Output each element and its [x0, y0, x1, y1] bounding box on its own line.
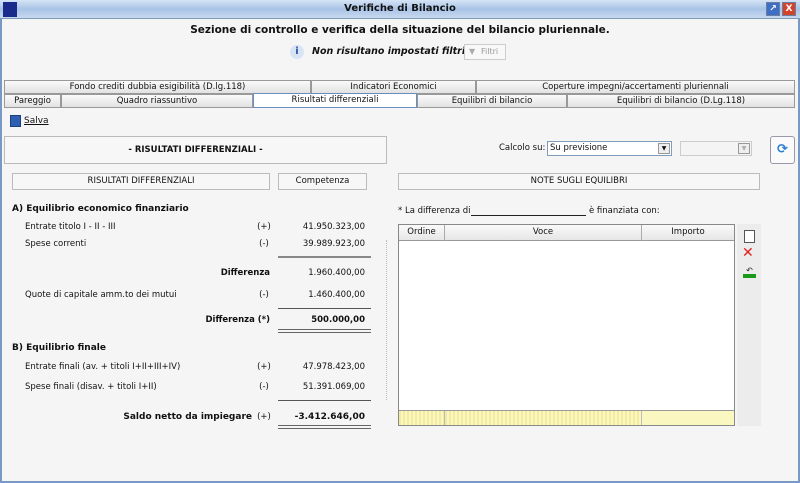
close-icon[interactable]: X [782, 2, 796, 16]
refresh-button[interactable]: ⟳ [770, 136, 795, 164]
row-label: Differenza (*) [205, 315, 271, 325]
tab-coperture[interactable]: Coperture impegni/accertamenti plurienna… [476, 80, 795, 94]
tab-equilibri-bilancio[interactable]: Equilibri di bilancio [417, 94, 567, 108]
save-button[interactable]: Salva [10, 115, 49, 127]
refresh-icon: ⟳ [777, 142, 788, 157]
delete-row-icon[interactable]: ✕ [742, 245, 754, 261]
double-divider [278, 425, 371, 429]
filters-button[interactable]: ▼ Filtri [464, 44, 506, 60]
panel-title: - RISULTATI DIFFERENZIALI - [4, 136, 387, 164]
row-value: 1.960.400,00 [308, 268, 365, 278]
section-title: Sezione di controllo e verifica della si… [190, 24, 610, 36]
calcolo-value: Su previsione [550, 143, 608, 153]
row-label: Spese correnti [25, 239, 87, 249]
row-label: Entrate titolo I - II - III [25, 222, 116, 232]
note-header: NOTE SUGLI EQUILIBRI [398, 173, 760, 190]
note-prefix: * La differenza di [398, 206, 471, 216]
divider [278, 308, 371, 309]
section-a-title: A) Equilibrio economico finanziario [12, 204, 189, 214]
row-label: Quote di capitale amm.to dei mutui [25, 290, 177, 300]
tab-pareggio[interactable]: Pareggio [4, 94, 61, 108]
new-row-icon[interactable] [744, 230, 755, 243]
splitter[interactable] [386, 240, 387, 400]
col-voce[interactable]: Voce [445, 225, 642, 241]
calcolo-label: Calcolo su: [499, 143, 546, 153]
row-value: 500.000,00 [311, 315, 365, 325]
divider [278, 400, 371, 401]
calcolo-select[interactable]: Su previsione ▼ [547, 141, 672, 156]
totals-row [399, 410, 734, 425]
filters-label: Filtri [481, 47, 499, 56]
row-label: Spese finali (disav. + titoli I+II) [25, 382, 157, 392]
undo-icon[interactable]: ↶ [743, 266, 756, 278]
row-value: 39.989.923,00 [302, 239, 365, 249]
col-ordine[interactable]: Ordine [399, 225, 445, 241]
row-label: Entrate finali (av. + titoli I+II+III+IV… [25, 362, 181, 372]
col-header-risultati: RISULTATI DIFFERENZIALI [12, 173, 270, 190]
col-importo[interactable]: Importo [642, 225, 734, 241]
secondary-select[interactable]: ▼ [680, 141, 752, 156]
tab-fondo-crediti[interactable]: Fondo crediti dubbia esigibilità (D.lg.1… [4, 80, 311, 94]
funnel-icon: ▼ [469, 47, 476, 56]
tab-quadro-riassuntivo[interactable]: Quadro riassuntivo [61, 94, 253, 108]
financing-table: Ordine Voce Importo [398, 224, 735, 426]
table-toolbar: ✕ ↶ [737, 224, 761, 426]
row-label: Differenza [220, 268, 270, 278]
save-label: Salva [24, 116, 49, 126]
filter-status: Non risultano impostati filtri [312, 46, 466, 57]
chevron-down-icon: ▼ [658, 143, 670, 154]
col-header-competenza: Competenza [278, 173, 367, 190]
info-icon: i [290, 45, 304, 59]
row-value: 47.978.423,00 [302, 362, 365, 372]
title-bar: Verifiche di Bilancio ↗ X [0, 0, 800, 19]
tab-equilibri-bilancio-dlg118[interactable]: Equilibri di bilancio (D.Lg.118) [567, 94, 795, 108]
floppy-disk-icon [10, 115, 21, 127]
window-title: Verifiche di Bilancio [344, 3, 456, 14]
chevron-down-icon: ▼ [738, 143, 750, 154]
tab-indicatori-economici[interactable]: Indicatori Economici [311, 80, 476, 94]
double-divider [278, 329, 371, 333]
row-value: 51.391.069,00 [302, 382, 365, 392]
section-b-title: B) Equilibrio finale [12, 343, 106, 353]
note-suffix: è finanziata con: [589, 206, 660, 216]
note-blank [471, 215, 586, 216]
row-value: 41.950.323,00 [302, 222, 365, 232]
divider [278, 256, 371, 258]
restore-icon[interactable]: ↗ [766, 2, 780, 16]
row-value: -3.412.646,00 [294, 412, 365, 422]
row-value: 1.460.400,00 [308, 290, 365, 300]
tab-risultati-differenziali[interactable]: Risultati differenziali [253, 93, 417, 108]
row-label: Saldo netto da impiegare [123, 412, 252, 422]
